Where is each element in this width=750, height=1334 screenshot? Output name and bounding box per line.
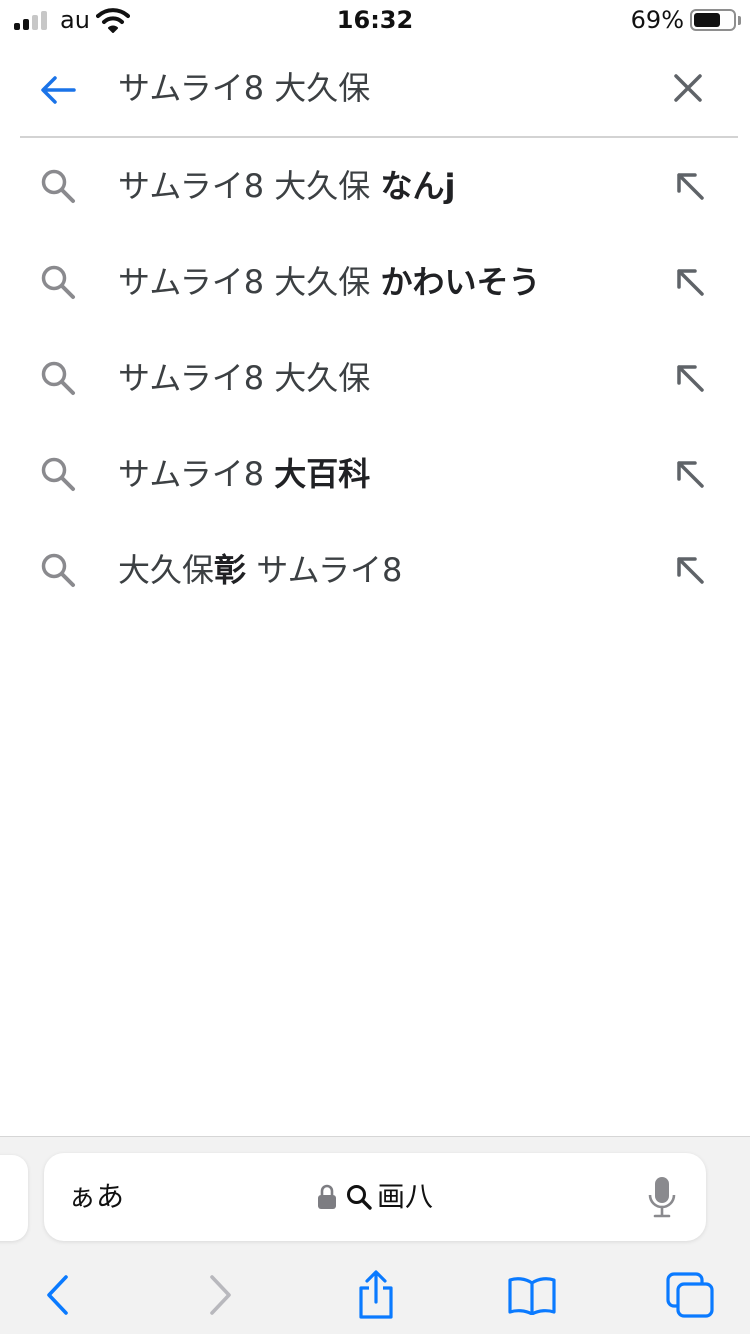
search-icon [41, 361, 75, 395]
search-icon [346, 1185, 372, 1210]
arrow-left-icon [41, 76, 76, 104]
suggestion-item[interactable]: サムライ8 大久保 なんj [0, 138, 750, 234]
search-icon [41, 553, 75, 587]
search-icon [41, 265, 75, 299]
suggestion-base-text: 大久保 [118, 551, 215, 589]
fill-query-arrow-icon[interactable] [674, 266, 706, 298]
battery-percentage: 69% [630, 6, 684, 34]
forward-button[interactable] [190, 1267, 250, 1323]
forward-icon [210, 1275, 231, 1315]
share-icon [359, 1270, 393, 1319]
battery-tip [738, 16, 741, 25]
fill-query-arrow-icon[interactable] [674, 170, 706, 202]
safari-bottom-bar: ぁあ 画八 [0, 1136, 750, 1334]
suggestion-item[interactable]: サムライ8 大久保 かわいそう [0, 234, 750, 330]
tabs-button[interactable] [660, 1267, 720, 1323]
suggestion-text: サムライ8 大久保 なんj [118, 164, 455, 208]
status-bar: au 16:32 69% [0, 0, 750, 42]
bookmarks-icon [508, 1277, 556, 1315]
back-button[interactable] [28, 1267, 88, 1323]
suggestion-rest-text: サムライ8 [246, 551, 403, 589]
search-icon [41, 169, 75, 203]
suggestion-base-text: サムライ8 [118, 455, 275, 493]
share-button[interactable] [346, 1267, 406, 1323]
lock-icon [317, 1184, 336, 1209]
suggestion-text: サムライ8 大久保 [118, 356, 370, 400]
address-bar[interactable]: ぁあ 画八 [44, 1153, 706, 1241]
url-field[interactable]: 画八 [44, 1177, 706, 1217]
safari-google-search-page: au 16:32 69% サムライ8 大久保 サムライ8 大久保 なんj サムラ… [0, 0, 750, 1334]
search-query-input[interactable]: サムライ8 大久保 [118, 66, 370, 110]
suggestion-bold-text: 大百科 [274, 455, 371, 493]
suggestion-bold-text: かわいそう [380, 263, 541, 301]
suggestion-bold-text: なんj [380, 167, 456, 205]
suggestion-text: 大久保彰 サムライ8 [118, 548, 402, 592]
bookmarks-button[interactable] [502, 1267, 562, 1323]
fill-query-arrow-icon[interactable] [674, 554, 706, 586]
fill-query-arrow-icon[interactable] [674, 458, 706, 490]
suggestion-item[interactable]: 大久保彰 サムライ8 [0, 522, 750, 618]
battery-icon [690, 9, 736, 31]
suggestion-base-text: サムライ8 大久保 [118, 359, 371, 397]
suggestion-text: サムライ8 大久保 かわいそう [118, 260, 540, 304]
search-header: サムライ8 大久保 [0, 42, 750, 136]
suggestion-item[interactable]: サムライ8 大百科 [0, 426, 750, 522]
battery-level [694, 13, 720, 27]
suggestion-base-text: サムライ8 大久保 [118, 263, 381, 301]
close-icon [674, 74, 702, 102]
suggestion-list: サムライ8 大久保 なんj サムライ8 大久保 かわいそう サムライ8 大久保 [0, 138, 750, 618]
fill-query-arrow-icon[interactable] [674, 362, 706, 394]
suggestion-item[interactable]: サムライ8 大久保 [0, 330, 750, 426]
search-back-button[interactable] [34, 66, 82, 114]
url-text: 画八 [376, 1180, 433, 1213]
tabs-icon [666, 1272, 714, 1318]
suggestion-text: サムライ8 大百科 [118, 452, 370, 496]
clear-search-button[interactable] [666, 66, 710, 110]
search-icon [41, 457, 75, 491]
suggestion-base-text: サムライ8 大久保 [118, 167, 381, 205]
suggestion-bold-text: 彰 [214, 551, 247, 589]
back-icon [47, 1275, 68, 1315]
previous-tab-preview[interactable] [0, 1155, 28, 1241]
safari-toolbar [0, 1257, 750, 1333]
microphone-icon[interactable] [648, 1175, 676, 1219]
